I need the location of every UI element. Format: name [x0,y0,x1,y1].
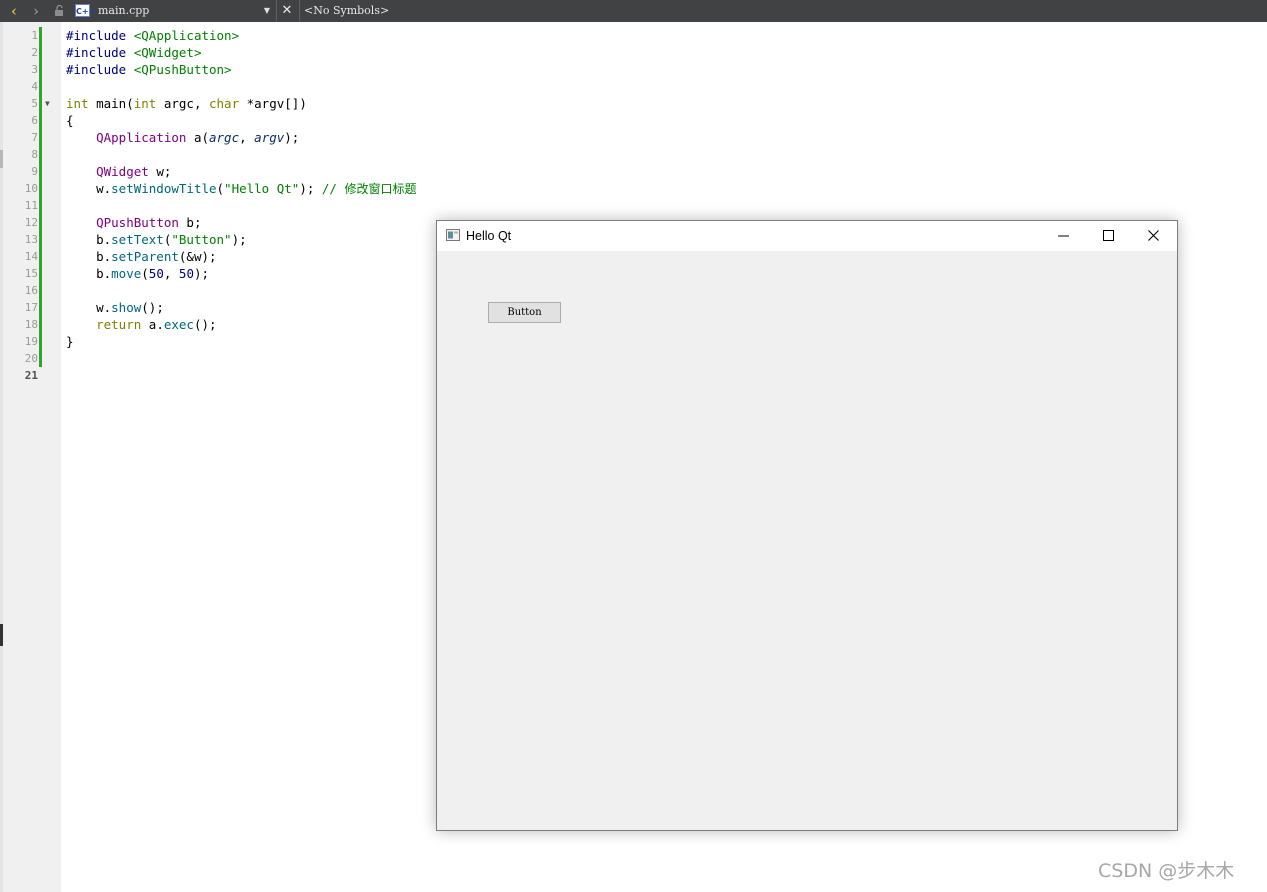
line-number: 2 [31,46,38,59]
chevron-down-icon[interactable]: ▼ [261,0,273,22]
minimize-icon [1058,235,1069,237]
line-number: 12 [24,216,38,229]
fold-arrow-icon[interactable]: ▼ [45,95,50,112]
code-line[interactable]: { [66,112,566,129]
change-marker-bar [39,27,42,367]
close-icon [1148,230,1159,241]
line-number: 5 [31,97,38,110]
line-number: 14 [24,250,38,263]
line-number: 13 [24,233,38,246]
line-number: 1 [31,29,38,42]
line-number: 10 [24,182,38,195]
maximize-button[interactable] [1086,221,1131,251]
code-line[interactable]: #include <QWidget> [66,44,566,61]
code-line[interactable]: QApplication a(argc, argv); [66,129,566,146]
line-number: 16 [24,284,38,297]
code-line[interactable]: w.setWindowTitle("Hello Qt"); // 修改窗口标题 [66,180,566,197]
line-number: 8 [31,148,38,161]
maximize-icon [1103,230,1114,241]
line-number: 6 [31,114,38,127]
cpp-file-icon: C++ [75,0,95,22]
line-number: 19 [24,335,38,348]
line-number: 17 [24,301,38,314]
code-line[interactable] [66,78,566,95]
csdn-watermark: CSDN @步木木 [1098,860,1235,882]
toolbar-divider [299,0,300,22]
line-number: 15 [24,267,38,280]
app-window-icon [446,229,460,241]
code-line[interactable] [66,197,566,214]
window-title: Hello Qt [466,229,512,243]
line-number: 18 [24,318,38,331]
window-titlebar[interactable]: Hello Qt [437,221,1177,251]
line-number: 4 [31,80,38,93]
line-number: 11 [24,199,38,212]
toolbar-divider [276,0,277,22]
line-number: 21 [24,369,38,382]
code-line[interactable]: int main(int argc, char *argv[]) [66,95,566,112]
lock-icon[interactable] [54,0,66,22]
symbols-selector[interactable]: <No Symbols> [304,0,504,22]
line-number: 9 [31,165,38,178]
go-back-icon[interactable]: ‹ [7,0,21,22]
code-line[interactable] [66,146,566,163]
line-numbers: 1 2 3 4 5 6 7 8 9 10 11 12 13 14 15 16 17 18 19 20 21 [3,27,38,384]
open-document-selector[interactable]: main.cpp [98,0,258,22]
push-button[interactable]: Button [488,302,561,323]
go-forward-icon[interactable]: › [29,0,43,22]
line-number: 7 [31,131,38,144]
qt-app-window: Hello Qt Button [436,220,1178,831]
editor-toolbar: ‹ › C++ main.cpp ▼ ✕ <No Symbols> [0,0,1267,22]
code-line[interactable]: #include <QApplication> [66,27,566,44]
close-document-icon[interactable]: ✕ [280,0,294,22]
close-button[interactable] [1131,221,1176,251]
line-number: 3 [31,63,38,76]
code-line[interactable]: #include <QPushButton> [66,61,566,78]
line-number: 20 [24,352,38,365]
code-line[interactable]: QWidget w; [66,163,566,180]
minimize-button[interactable] [1041,221,1086,251]
